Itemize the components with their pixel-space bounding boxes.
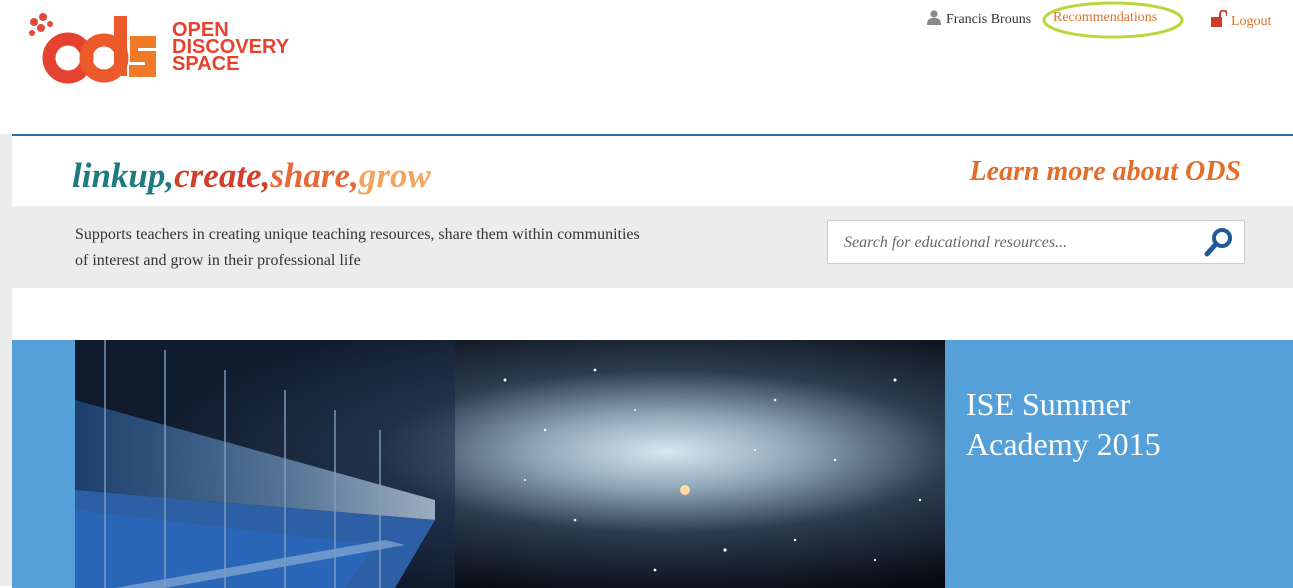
site-description: Supports teachers in creating unique tea… (75, 226, 640, 269)
tagline-create: create, (174, 156, 271, 195)
hero-carousel[interactable]: ISE Summer Academy 2015 (12, 340, 1293, 588)
ods-logo-text: OPEN DISCOVERY SPACE (172, 20, 289, 75)
tagline-share: share, (270, 156, 359, 195)
logout-link[interactable]: Logout (1211, 10, 1271, 30)
user-icon (927, 10, 941, 25)
ods-logo-mark (29, 13, 156, 84)
search-box (827, 220, 1245, 265)
lock-icon (1211, 10, 1227, 27)
learn-more-link[interactable]: Learn more about ODS (970, 156, 1241, 188)
tagline-linkup: linkup, (72, 156, 175, 195)
tagline: linkup,create,share,grow (72, 156, 431, 196)
hero-image[interactable] (75, 340, 945, 588)
logo-line-space: SPACE (172, 53, 240, 75)
ods-logo[interactable]: OPEN DISCOVERY SPACE (26, 8, 326, 84)
search-icon[interactable] (1204, 227, 1234, 257)
left-strip (0, 134, 12, 586)
recommendations-link[interactable]: Recommendations (1053, 10, 1157, 26)
description-band: Supports teachers in creating unique tea… (12, 206, 1293, 288)
tagline-grow: grow (358, 156, 431, 195)
user-profile-link[interactable]: Francis Brouns (927, 10, 1031, 28)
search-input[interactable] (842, 221, 1186, 265)
hero-title[interactable]: ISE Summer Academy 2015 (966, 384, 1256, 464)
main-banner: linkup,create,share,grow Learn more abou… (12, 134, 1293, 588)
hero-image-graphic (75, 340, 945, 588)
logout-label: Logout (1231, 14, 1272, 29)
user-name: Francis Brouns (946, 12, 1032, 27)
